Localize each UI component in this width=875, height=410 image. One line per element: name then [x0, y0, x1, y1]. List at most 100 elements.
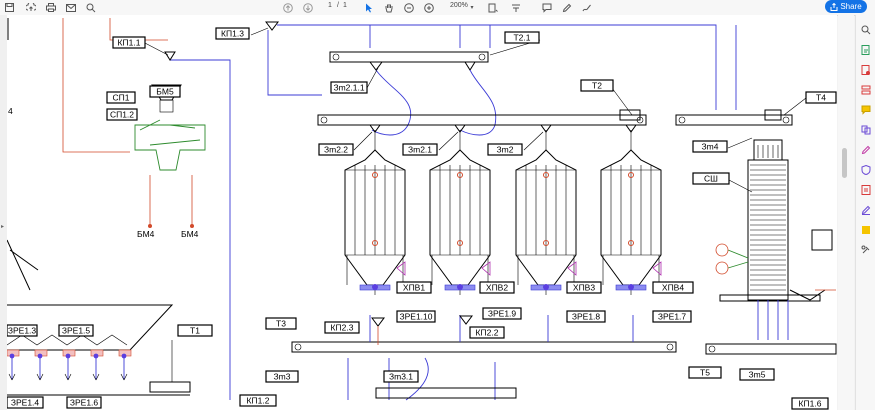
measure-icon[interactable] [859, 203, 873, 217]
label-t2: Т2 [580, 79, 614, 92]
upload-icon[interactable] [25, 0, 37, 15]
bm5-neck [159, 99, 174, 113]
scrollbar-thumb[interactable] [842, 148, 847, 178]
label-text-zre110: ЗРЕ1.10 [399, 312, 432, 322]
zoom-search-icon[interactable] [85, 0, 97, 15]
label-text-zre19: ЗРЕ1.9 [488, 309, 517, 319]
burner-unit [811, 229, 833, 251]
technical-drawing: .k{stroke:#000;fill:none;stroke-width:1}… [7, 18, 837, 410]
label-text-sh: СШ [704, 174, 718, 184]
search-tool-icon[interactable] [859, 23, 873, 37]
share-button[interactable]: Share [825, 0, 867, 13]
label-text-xp4: ХПВ4 [662, 283, 684, 293]
email-icon[interactable] [65, 0, 77, 15]
page-up-icon[interactable] [282, 0, 294, 15]
label-text-zm4: Зm4 [702, 142, 719, 152]
edit-pdf-icon[interactable] [859, 43, 873, 57]
zoom-out-icon[interactable] [403, 0, 415, 15]
combine-icon[interactable] [859, 123, 873, 137]
label-text-kp12: КП1.2 [247, 396, 270, 406]
label-zre110: ЗРЕ1.10 [396, 310, 436, 323]
left-chute [7, 239, 39, 291]
more-tools-icon[interactable] [859, 243, 873, 257]
label-zre16: ЗРЕ1.6 [66, 396, 102, 409]
bm4-node-a [148, 224, 152, 228]
zoom-in-icon[interactable] [423, 0, 435, 15]
pen-icon[interactable] [561, 0, 573, 15]
page-total: 1 [343, 2, 347, 9]
select-arrow-icon[interactable] [363, 0, 375, 15]
label-text-kp13: КП1.3 [221, 29, 244, 39]
label-xp3: ХПВ3 [566, 281, 602, 294]
blue-line-kp11 [170, 59, 231, 400]
label-kp16: КП1.6 [791, 397, 829, 410]
print-icon[interactable] [45, 0, 57, 15]
label-t1: Т1 [177, 324, 213, 337]
organize-pages-icon[interactable] [859, 83, 873, 97]
label-text-zre14: ЗРЕ1.4 [11, 398, 40, 408]
label-xp1: ХПВ1 [396, 281, 432, 294]
label-text-t21: Т2.1 [513, 33, 530, 43]
label-t4: Т4 [805, 91, 837, 104]
label-t3: Т3 [265, 317, 297, 330]
label-zm3: Зm3 [265, 370, 299, 383]
sign-icon[interactable] [581, 0, 593, 15]
label-text-zm21: Зm2.1 [408, 145, 432, 155]
label-t21: Т2.1 [504, 31, 540, 44]
label-text-xp1: ХПВ1 [403, 283, 425, 293]
page-current[interactable]: 1 [328, 2, 332, 9]
silo [515, 124, 577, 295]
comment-icon[interactable] [541, 0, 553, 15]
conveyor-t1 [149, 381, 191, 393]
zoom-dropdown-icon[interactable]: ▾ [468, 0, 476, 15]
save-icon[interactable] [3, 0, 15, 15]
zoom-level[interactable]: 200% [450, 2, 468, 9]
kp23-valve [371, 317, 385, 327]
label-sp1: СП1 [106, 91, 136, 104]
left-panel-strip: ▸ [0, 15, 7, 410]
export-pdf-icon[interactable] [859, 63, 873, 77]
fill-sign-icon[interactable] [859, 143, 873, 157]
bm4-node-b [190, 224, 194, 228]
label-zm31: Зm3.1 [383, 370, 419, 383]
comment-tool-icon[interactable] [859, 103, 873, 117]
silo [344, 124, 406, 295]
label-xp2: ХПВ2 [479, 281, 515, 294]
label-text-sp12: СП1.2 [110, 110, 134, 120]
zm211-outlet [369, 61, 383, 71]
label-text-t2: Т2 [592, 81, 602, 91]
blue-line-kp13 [267, 30, 322, 96]
scan-icon[interactable] [859, 223, 873, 237]
label-text-zm3: Зm3 [274, 372, 291, 382]
label-text-t4: Т4 [816, 93, 826, 103]
left-panel-toggle-icon[interactable]: ▸ [1, 223, 4, 230]
edge-4: 4 [8, 106, 13, 116]
red-bm4-lines [149, 175, 193, 225]
label-text-xp3: ХПВ3 [573, 283, 595, 293]
label-text-zre16: ЗРЕ1.6 [70, 398, 99, 408]
protect-icon[interactable] [859, 163, 873, 177]
label-zre14: ЗРЕ1.4 [7, 396, 44, 409]
label-text-sp1: СП1 [113, 93, 130, 103]
label-text-zm22: Зm2.2 [324, 145, 348, 155]
label-text-t5: Т5 [700, 368, 710, 378]
page-separator: / [337, 2, 339, 9]
hand-pan-icon[interactable] [383, 0, 395, 15]
form-icon[interactable] [859, 183, 873, 197]
vertical-scrollbar[interactable] [838, 15, 854, 410]
blue-top-line [277, 24, 717, 110]
label-zre15: ЗРЕ1.5 [58, 324, 94, 337]
green-separator [134, 124, 206, 171]
kp11-valve [164, 51, 176, 61]
label-zre18: ЗРЕ1.8 [566, 310, 606, 323]
page-down-icon[interactable] [302, 0, 314, 15]
kp22-valve [459, 315, 473, 325]
label-zm211: Зm2.1.1 [330, 81, 368, 94]
label-zm5: Зm5 [739, 368, 775, 381]
document-canvas[interactable]: .k{stroke:#000;fill:none;stroke-width:1}… [7, 15, 837, 410]
label-zm4: Зm4 [692, 140, 728, 153]
label-text-kp22: КП2.2 [476, 328, 499, 338]
dryer-fan-1 [715, 243, 729, 257]
page-fit-icon[interactable] [487, 0, 499, 15]
page-width-icon[interactable] [510, 0, 522, 15]
